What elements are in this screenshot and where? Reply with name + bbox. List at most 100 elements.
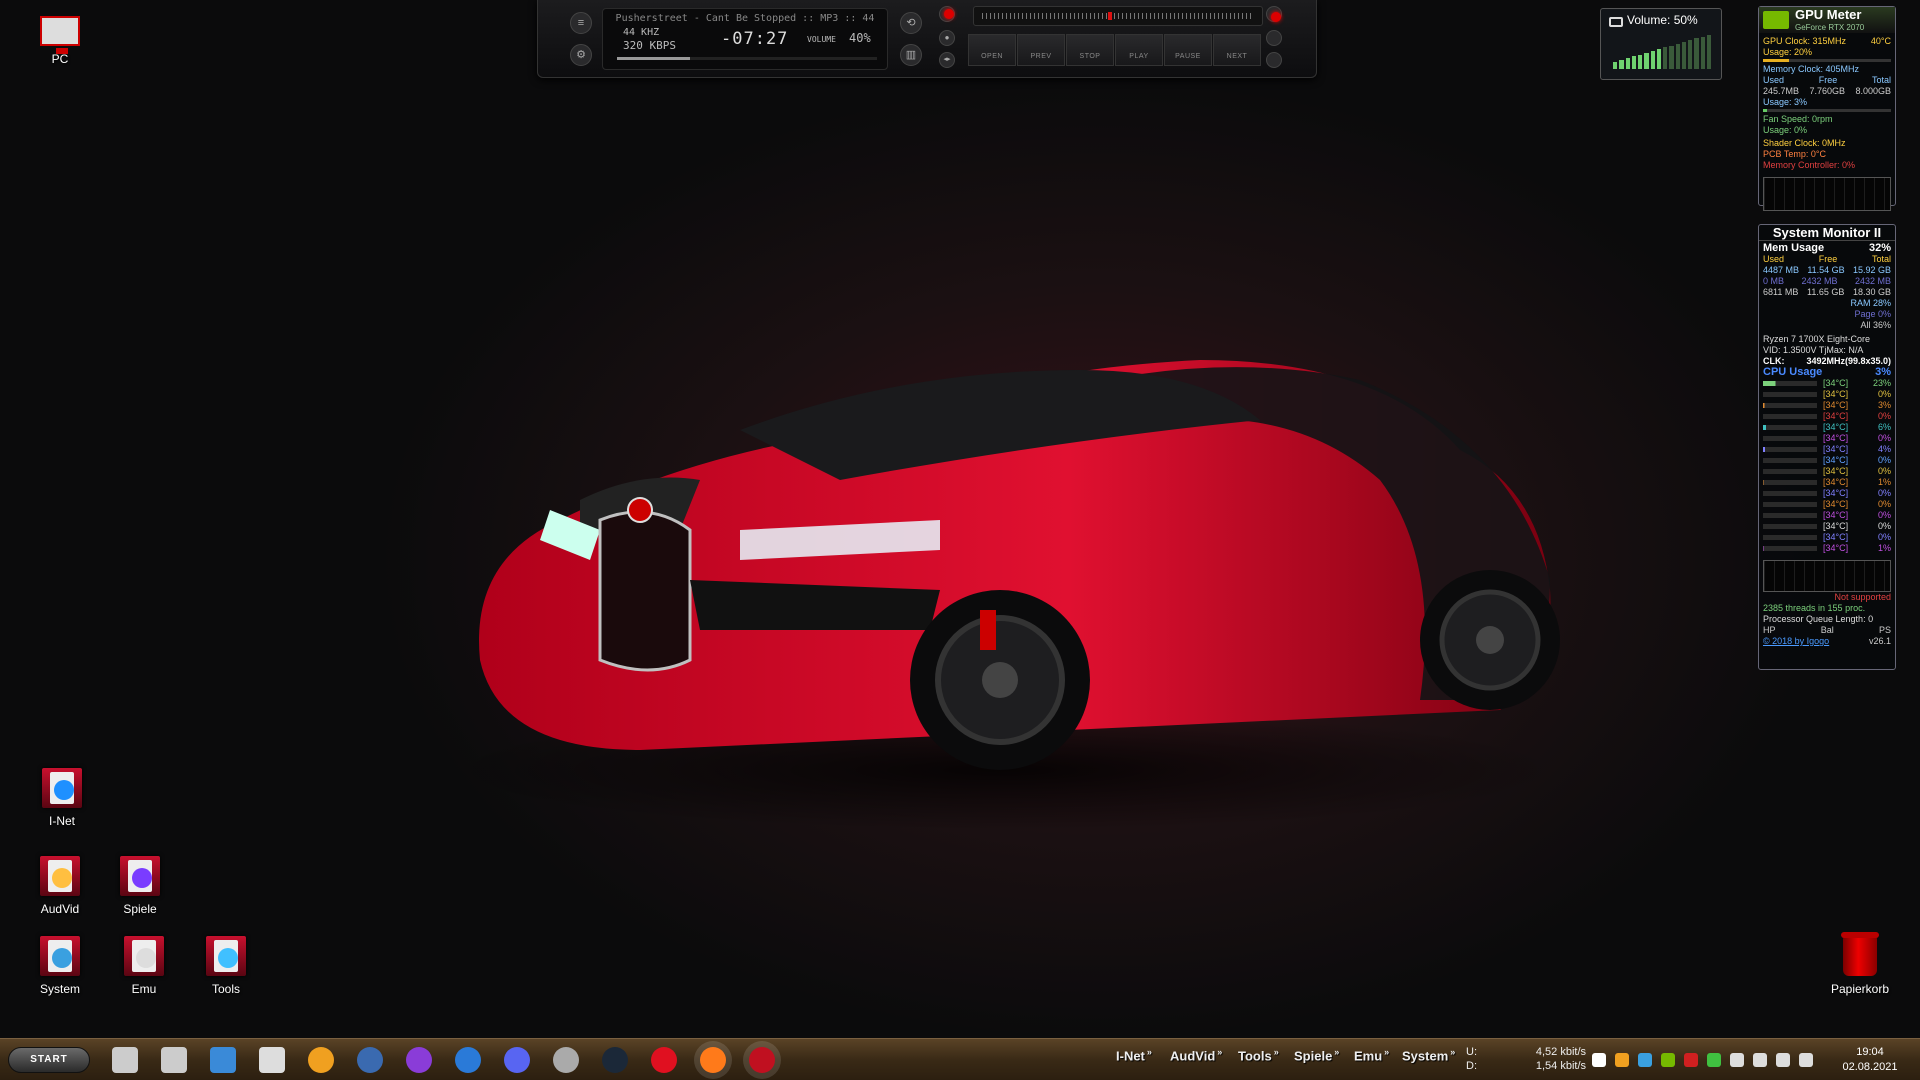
chevron-icon: » [1273, 1047, 1279, 1057]
toolbar-folder-label: Tools [1238, 1048, 1272, 1064]
desktop-icon-pc[interactable]: PC [20, 10, 100, 66]
games-icon [132, 868, 152, 888]
fan-usage: Usage: 0% [1763, 125, 1808, 135]
mem-header-used: Used [1763, 75, 1785, 85]
all-free: 11.65 GB [1806, 287, 1845, 297]
minimize-button[interactable] [1266, 30, 1282, 46]
seek-bar[interactable] [617, 57, 877, 60]
tools-icon [218, 948, 238, 968]
toolbar-folder-audvid[interactable]: AudVid» [1170, 1047, 1222, 1063]
volume-bar [1694, 38, 1699, 69]
volume-gadget[interactable]: Volume: 50% [1600, 8, 1722, 80]
toolbar-folder-system[interactable]: System» [1402, 1047, 1455, 1063]
desktop-icon-papierkorb[interactable]: Papierkorb [1820, 932, 1900, 996]
desktop-icon-tools[interactable]: Tools [186, 936, 266, 996]
gpu-model: GeForce RTX 2070 [1795, 23, 1865, 32]
cpu-core-row: [34°C] 0% [1759, 433, 1895, 444]
cpu-name: Ryzen 7 1700X Eight-Core [1763, 334, 1871, 344]
processor-queue: Processor Queue Length: 0 [1763, 614, 1874, 624]
cpu-core-bar [1763, 447, 1817, 452]
toolbar-folder-tools[interactable]: Tools» [1238, 1047, 1279, 1063]
tray-wifi-icon[interactable] [1753, 1053, 1767, 1067]
cpu-core-usage: 0% [1877, 466, 1891, 476]
aimp-icon[interactable] [308, 1047, 334, 1073]
teamspeak-icon[interactable] [357, 1047, 383, 1073]
folder-icon [40, 856, 80, 896]
task-view-icon[interactable] [161, 1047, 187, 1073]
tray-expand-icon[interactable] [1592, 1053, 1606, 1067]
close-button[interactable] [1266, 6, 1282, 22]
mono-button[interactable]: ◂▸ [939, 52, 955, 68]
desktop-icon-i-net[interactable]: I-Net [22, 768, 102, 828]
power-ps[interactable]: PS [1879, 625, 1891, 636]
desktop-icon-emu[interactable]: Emu [104, 936, 184, 996]
prev-button[interactable]: PREV [1017, 34, 1065, 66]
menu-button[interactable] [1266, 52, 1282, 68]
record-indicator[interactable] [939, 6, 955, 22]
opera-icon[interactable] [651, 1047, 677, 1073]
tool-x-icon[interactable] [553, 1047, 579, 1073]
toolbar-folder-spiele[interactable]: Spiele» [1294, 1047, 1339, 1063]
all-percent: All 36% [1860, 320, 1891, 330]
calculator-icon[interactable] [259, 1047, 285, 1073]
cpu-core-row: [34°C] 0% [1759, 466, 1895, 477]
toolbar-folder-i-net[interactable]: I-Net» [1116, 1047, 1152, 1063]
player-display: Pusherstreet - Cant Be Stopped :: MP3 ::… [602, 8, 888, 70]
cpu-core-bar [1763, 535, 1817, 540]
outlook-icon[interactable] [455, 1047, 481, 1073]
firefox-icon[interactable] [700, 1047, 726, 1073]
cpu-core-row: [34°C] 0% [1759, 488, 1895, 499]
stop-button[interactable]: STOP [1066, 34, 1114, 66]
open-button[interactable]: OPEN [968, 34, 1016, 66]
settings-button[interactable]: ⚙ [570, 44, 592, 66]
game-icon[interactable] [749, 1047, 775, 1073]
desktop-icon-system[interactable]: System [20, 936, 100, 996]
desktop-icon-spiele[interactable]: Spiele [100, 856, 180, 916]
cpu-core-bar [1763, 491, 1817, 496]
cpu-core-usage: 0% [1877, 411, 1891, 421]
next-button[interactable]: NEXT [1213, 34, 1261, 66]
browser-purple-icon[interactable] [406, 1047, 432, 1073]
tray-speaker-icon[interactable] [1776, 1053, 1790, 1067]
clock[interactable]: 19:04 02.08.2021 [1826, 1045, 1914, 1075]
power-hp[interactable]: HP [1763, 625, 1776, 636]
desktop-icon-audvid[interactable]: AudVid [20, 856, 100, 916]
tray-windows-icon[interactable] [1730, 1053, 1744, 1067]
copyright-link[interactable]: © 2018 by Igogo [1763, 636, 1829, 647]
tray-security-icon[interactable] [1707, 1053, 1721, 1067]
tray-network-icon[interactable] [1638, 1053, 1652, 1067]
explorer-icon[interactable] [210, 1047, 236, 1073]
volume-bar [1656, 49, 1661, 69]
equalizer-button[interactable]: ▥ [900, 44, 922, 66]
playlist-button[interactable]: ≡ [570, 12, 592, 34]
play-button[interactable]: PLAY [1115, 34, 1163, 66]
toolbar-folder-emu[interactable]: Emu» [1354, 1047, 1389, 1063]
net-down-label: D: [1466, 1060, 1477, 1072]
cpu-core-temp: [34°C] [1823, 411, 1849, 421]
folder-icon [40, 936, 80, 976]
pause-button[interactable]: PAUSE [1164, 34, 1212, 66]
cpu-core-temp: [34°C] [1823, 521, 1849, 531]
cpu-core-row: [34°C] 4% [1759, 444, 1895, 455]
toolbar-folder-label: Emu [1354, 1048, 1383, 1064]
tray-aimp-icon[interactable] [1615, 1053, 1629, 1067]
threads-count: 2385 threads in 155 proc. [1763, 603, 1866, 613]
cpu-core-list: [34°C] 23% [34°C] 0% [34°C] 3% [34°C] 0% [34°C] 6… [1759, 378, 1895, 554]
cpu-core-temp: [34°C] [1823, 510, 1849, 520]
search-icon[interactable] [112, 1047, 138, 1073]
start-button[interactable]: START [8, 1047, 90, 1073]
tray-nvidia-icon[interactable] [1661, 1053, 1675, 1067]
cpu-core-bar [1763, 469, 1817, 474]
sample-rate: 44 KHZ [623, 27, 660, 38]
folder-icon [124, 936, 164, 976]
track-time[interactable]: -07:27 [721, 29, 788, 49]
waveform-seek[interactable] [973, 6, 1263, 26]
power-bal[interactable]: Bal [1821, 625, 1834, 636]
tray-notification-icon[interactable] [1799, 1053, 1813, 1067]
steam-icon[interactable] [602, 1047, 628, 1073]
tray-msi-icon[interactable] [1684, 1053, 1698, 1067]
desktop-icon-label: AudVid [40, 902, 80, 916]
shuffle-button[interactable]: ● [939, 30, 955, 46]
discord-icon[interactable] [504, 1047, 530, 1073]
repeat-button[interactable]: ⟲ [900, 12, 922, 34]
